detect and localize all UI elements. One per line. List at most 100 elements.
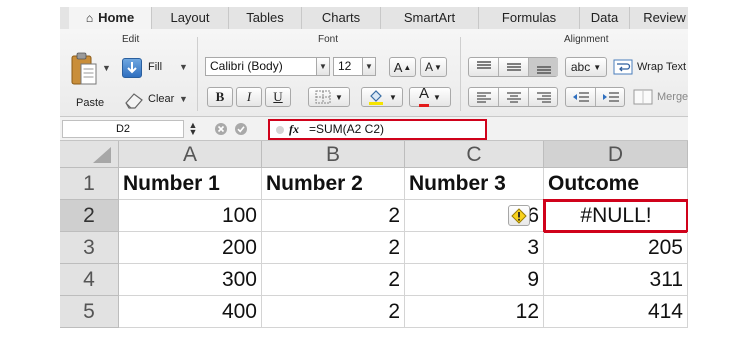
text-orientation-dropdown-arrow: ▼ [593,62,602,72]
tab-formulas-label: Formulas [501,10,557,25]
shrink-font-button[interactable]: A ▼ [420,57,447,77]
tab-data[interactable]: Data [579,7,629,29]
cell-a2[interactable]: 100 [119,200,262,232]
align-top-icon[interactable] [469,58,499,76]
group-title-alignment: Alignment [564,34,609,45]
column-header-d[interactable]: D [544,141,688,168]
tab-tables[interactable]: Tables [228,7,301,29]
cell-a1[interactable]: Number 1 [119,168,262,200]
row-header-2[interactable]: 2 [60,200,119,232]
cell-d1[interactable]: Outcome [544,168,688,200]
wrap-text-label[interactable]: Wrap Text [637,61,686,73]
fill-color-button[interactable]: ▼ [361,87,403,107]
indent-group [565,87,625,107]
column-header-b[interactable]: B [262,141,405,168]
align-left-icon[interactable] [469,88,499,106]
paste-dropdown-arrow[interactable]: ▼ [102,63,111,73]
spreadsheet-grid: A B C D 1 2 3 4 5 Number 1 Number 2 Numb… [60,141,688,329]
tab-review-label: Review [643,10,686,25]
align-center-icon[interactable] [499,88,529,106]
cell-d4[interactable]: 311 [544,264,688,296]
merge-label[interactable]: Merge [657,91,688,103]
cell-b1[interactable]: Number 2 [262,168,405,200]
cell-c3[interactable]: 3 [405,232,544,264]
cell-c5[interactable]: 12 [405,296,544,328]
font-name-select[interactable]: Calibri (Body) [205,57,317,76]
font-name-dropdown-arrow[interactable]: ▼ [317,57,330,76]
formula-text: =SUM(A2 C2) [309,122,385,136]
tab-home-label: Home [98,10,135,25]
fill-color-dropdown-arrow: ▼ [389,92,397,102]
tab-charts[interactable]: Charts [301,7,380,29]
error-warning-icon[interactable] [508,205,530,226]
name-box[interactable]: D2 [62,120,184,138]
grow-arrow-icon: ▲ [403,62,412,72]
ribbon-home-panel: Edit ▼ Paste Fill ▼ Clear ▼ Font Calibri [60,29,688,117]
row-header-4[interactable]: 4 [60,264,119,296]
clear-label[interactable]: Clear [148,93,174,105]
cell-a5[interactable]: 400 [119,296,262,328]
formula-bar: D2 ▲ ▼ fx =SUM(A2 C2) [60,117,688,141]
tab-smartart[interactable]: SmartArt [380,7,478,29]
tab-layout-label: Layout [170,10,210,25]
cell-d3[interactable]: 205 [544,232,688,264]
group-separator [460,37,461,111]
cell-b3[interactable]: 2 [262,232,405,264]
cell-a4[interactable]: 300 [119,264,262,296]
underline-button[interactable]: U [265,87,291,107]
cell-c1[interactable]: Number 3 [405,168,544,200]
ribbon-tab-bar: ⌂ Home Layout Tables Charts SmartArt Form… [60,7,688,29]
fill-dropdown-arrow[interactable]: ▼ [179,62,188,72]
text-orientation-button[interactable]: abc ▼ [565,57,607,77]
merge-icon[interactable] [633,89,653,105]
text-orientation-label: abc [570,60,591,74]
cell-d2[interactable]: #NULL! [543,199,688,233]
align-bottom-icon[interactable] [529,58,558,76]
fill-icon[interactable] [122,58,142,78]
increase-indent-icon[interactable] [596,88,625,106]
row-header-3[interactable]: 3 [60,232,119,264]
align-middle-icon[interactable] [499,58,529,76]
column-header-c[interactable]: C [405,141,544,168]
fx-label[interactable]: fx [289,122,299,136]
eraser-icon[interactable] [122,90,146,110]
row-header-1[interactable]: 1 [60,168,119,200]
fill-label[interactable]: Fill [148,61,162,73]
cell-b4[interactable]: 2 [262,264,405,296]
home-icon: ⌂ [85,11,94,25]
formula-input[interactable]: fx =SUM(A2 C2) [268,119,487,140]
tab-layout[interactable]: Layout [151,7,228,29]
grow-font-glyph: A [393,59,403,75]
cell-c4[interactable]: 9 [405,264,544,296]
borders-button[interactable]: ▼ [308,87,350,107]
select-all-corner[interactable] [60,141,119,168]
align-right-icon[interactable] [529,88,558,106]
tab-home[interactable]: ⌂ Home [69,7,151,29]
enter-icon[interactable] [234,122,248,136]
grow-font-button[interactable]: A ▲ [389,57,416,77]
vertical-align-group [468,57,558,77]
font-size-dropdown-arrow[interactable]: ▼ [363,57,376,76]
decrease-indent-icon[interactable] [566,88,596,106]
cell-b5[interactable]: 2 [262,296,405,328]
row-header-5[interactable]: 5 [60,296,119,328]
name-box-stepper-icon[interactable]: ▲ ▼ [188,121,198,137]
paste-icon[interactable] [67,50,101,90]
cell-b2[interactable]: 2 [262,200,405,232]
wrap-text-icon[interactable] [613,59,633,75]
cell-a3[interactable]: 200 [119,232,262,264]
column-header-a[interactable]: A [119,141,262,168]
cell-d5[interactable]: 414 [544,296,688,328]
tab-review[interactable]: Review [629,7,688,29]
italic-button[interactable]: I [236,87,262,107]
shrink-arrow-icon: ▼ [434,62,442,72]
bold-button[interactable]: B [207,87,233,107]
borders-icon [315,90,331,104]
cancel-icon[interactable] [214,122,228,136]
clear-dropdown-arrow[interactable]: ▼ [179,94,188,104]
paste-label: Paste [76,97,105,109]
font-color-button[interactable]: A ▼ [409,86,451,107]
font-size-select[interactable]: 12 [333,57,363,76]
borders-dropdown-arrow: ▼ [335,92,343,102]
tab-formulas[interactable]: Formulas [478,7,579,29]
